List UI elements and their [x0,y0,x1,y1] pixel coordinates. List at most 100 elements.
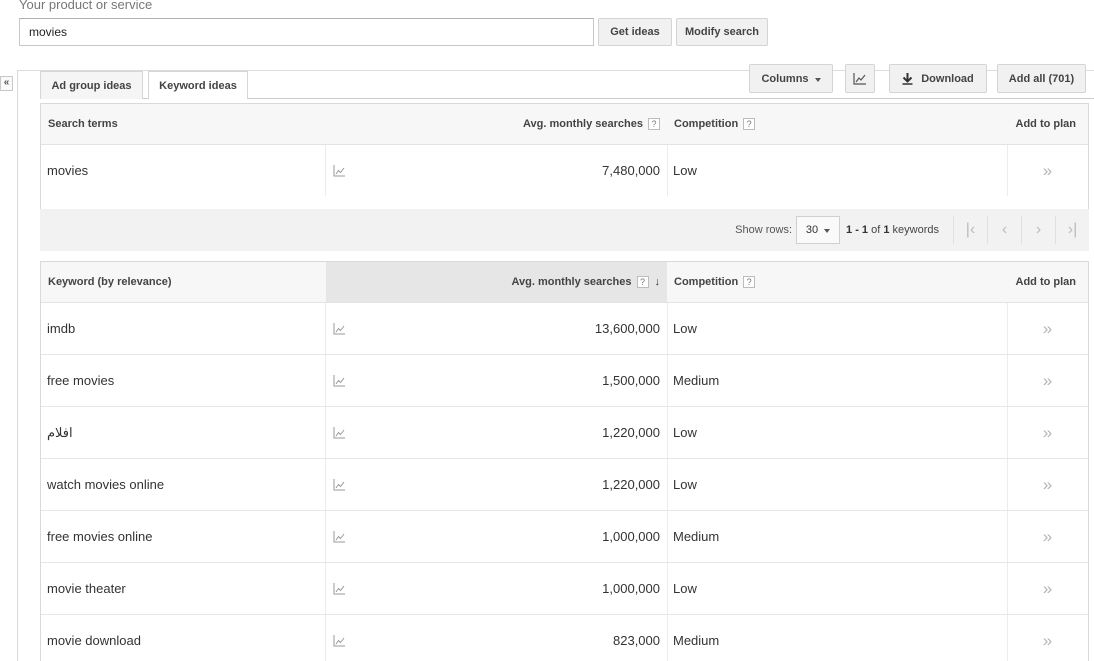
column-divider [667,511,668,562]
table-row: movie theater 1,000,000 Low » [41,563,1088,615]
competition-cell: Low [673,477,697,492]
add-to-plan-icon[interactable]: » [1007,145,1088,196]
keyword-cell: imdb [47,321,76,336]
keyword-cell: movie download [47,633,141,648]
table-row: افلام 1,220,000 Low » [41,407,1088,459]
avg-searches-cell: 1,500,000 [602,373,660,388]
tab-keyword-ideas[interactable]: Keyword ideas [148,71,248,99]
header-avg-label: Avg. monthly searches [511,276,632,288]
range-separator: - [852,224,862,236]
competition-cell: Low [673,321,697,336]
add-to-plan-icon[interactable]: » [1007,563,1088,614]
competition-cell: Medium [673,529,720,544]
header-keyword-by-relevance[interactable]: Keyword (by relevance) [48,262,172,302]
table-row: imdb 13,600,000 Low » [41,303,1088,355]
table-row: watch movies online 1,220,000 Low » [41,459,1088,511]
help-icon[interactable]: ? [648,118,660,130]
product-search-input[interactable] [19,18,594,46]
last-page-icon[interactable]: ›| [1055,216,1089,244]
keyword-ideas-header: Keyword (by relevance) Avg. monthly sear… [41,262,1088,303]
header-add-to-plan: Add to plan [1015,118,1077,130]
column-divider [325,303,326,354]
trend-chart-icon[interactable] [333,530,346,543]
add-to-plan-icon[interactable]: » [1007,511,1088,562]
help-icon[interactable]: ? [636,276,649,288]
avg-searches-cell: 823,000 [613,633,660,648]
next-page-icon[interactable]: › [1021,216,1055,244]
keyword-cell: free movies [47,373,115,388]
trend-chart-icon[interactable] [333,582,346,595]
avg-searches-cell: 1,220,000 [602,425,660,440]
search-terms-header: Search terms Avg. monthly searches ? Com… [41,104,1088,145]
header-search-terms: Search terms [48,118,118,130]
columns-button[interactable]: Columns [749,64,833,93]
collapse-sidebar-icon[interactable]: « [0,76,13,91]
table-row: free movies 1,500,000 Medium » [41,355,1088,407]
header-competition-label: Competition [674,118,739,130]
download-button[interactable]: Download [889,64,987,93]
pagination-range: 1 - 1 of 1 keywords [846,224,939,236]
keyword-cell: free movies online [47,529,153,544]
header-add-to-plan: Add to plan [1015,276,1077,288]
column-divider [325,563,326,614]
keyword-cell: افلام [47,424,73,440]
avg-searches-cell: 7,480,000 [602,163,660,178]
pagination-bar: Show rows: 30 1 - 1 of 1 keywords |‹ ‹ ›… [40,209,1089,251]
header-avg-monthly-searches-sorted[interactable]: Avg. monthly searches ? ↓ [511,262,660,302]
column-divider [325,145,326,196]
add-to-plan-icon[interactable]: » [1007,615,1088,661]
column-divider [667,459,668,510]
chevron-down-icon [814,77,821,82]
trend-chart-icon[interactable] [333,426,346,439]
sidebar-divider [17,70,18,661]
pagination-controls: Show rows: 30 1 - 1 of 1 keywords |‹ ‹ ›… [735,209,1089,251]
column-divider [325,407,326,458]
column-divider [667,407,668,458]
trend-chart-icon[interactable] [333,634,346,647]
avg-searches-cell: 1,000,000 [602,529,660,544]
columns-button-label: Columns [761,72,809,85]
competition-cell: Medium [673,373,720,388]
line-chart-icon [853,73,866,85]
add-all-button[interactable]: Add all (701) [997,64,1086,93]
keyword-rows: imdb 13,600,000 Low » free movies 1,500,… [41,303,1088,661]
show-rows-label: Show rows: [735,224,793,236]
add-to-plan-icon[interactable]: » [1007,459,1088,510]
table-row: free movies online 1,000,000 Medium » [41,511,1088,563]
add-to-plan-icon[interactable]: » [1007,355,1088,406]
tab-ad-group-ideas[interactable]: Ad group ideas [40,71,143,99]
column-divider [325,459,326,510]
header-competition[interactable]: Competition ? [674,104,756,144]
add-to-plan-icon[interactable]: » [1007,303,1088,354]
column-divider [325,615,326,661]
header-competition-label: Competition [674,276,739,288]
header-avg-monthly-searches[interactable]: Avg. monthly searches ? [523,104,660,144]
add-to-plan-icon[interactable]: » [1007,407,1088,458]
trend-chart-icon[interactable] [333,374,346,387]
column-divider [667,303,668,354]
trend-chart-icon[interactable] [333,164,346,177]
trend-chart-icon[interactable] [333,322,346,335]
previous-page-icon[interactable]: ‹ [987,216,1021,244]
avg-searches-cell: 13,600,000 [594,321,660,336]
range-of: of [868,224,884,236]
column-divider [667,563,668,614]
chevron-down-icon [824,229,831,233]
chart-toggle-button[interactable] [845,64,875,93]
first-page-icon[interactable]: |‹ [953,216,987,244]
search-terms-table: Search terms Avg. monthly searches ? Com… [40,103,1089,210]
trend-chart-icon[interactable] [333,478,346,491]
header-competition[interactable]: Competition ? [674,262,756,302]
help-icon[interactable]: ? [743,276,756,288]
keyword-cell: watch movies online [47,477,165,492]
column-divider [667,615,668,661]
rows-per-page-select[interactable]: 30 [796,216,841,244]
help-icon[interactable]: ? [743,118,756,130]
sort-descending-icon: ↓ [654,276,661,288]
keyword-planner-page: Your product or service Get ideas Modify… [0,0,1094,661]
product-field-label: Your product or service [19,0,153,12]
get-ideas-button[interactable]: Get ideas [598,18,672,46]
modify-search-button[interactable]: Modify search [676,18,768,46]
column-divider [667,355,668,406]
rows-per-page-value: 30 [805,224,819,236]
